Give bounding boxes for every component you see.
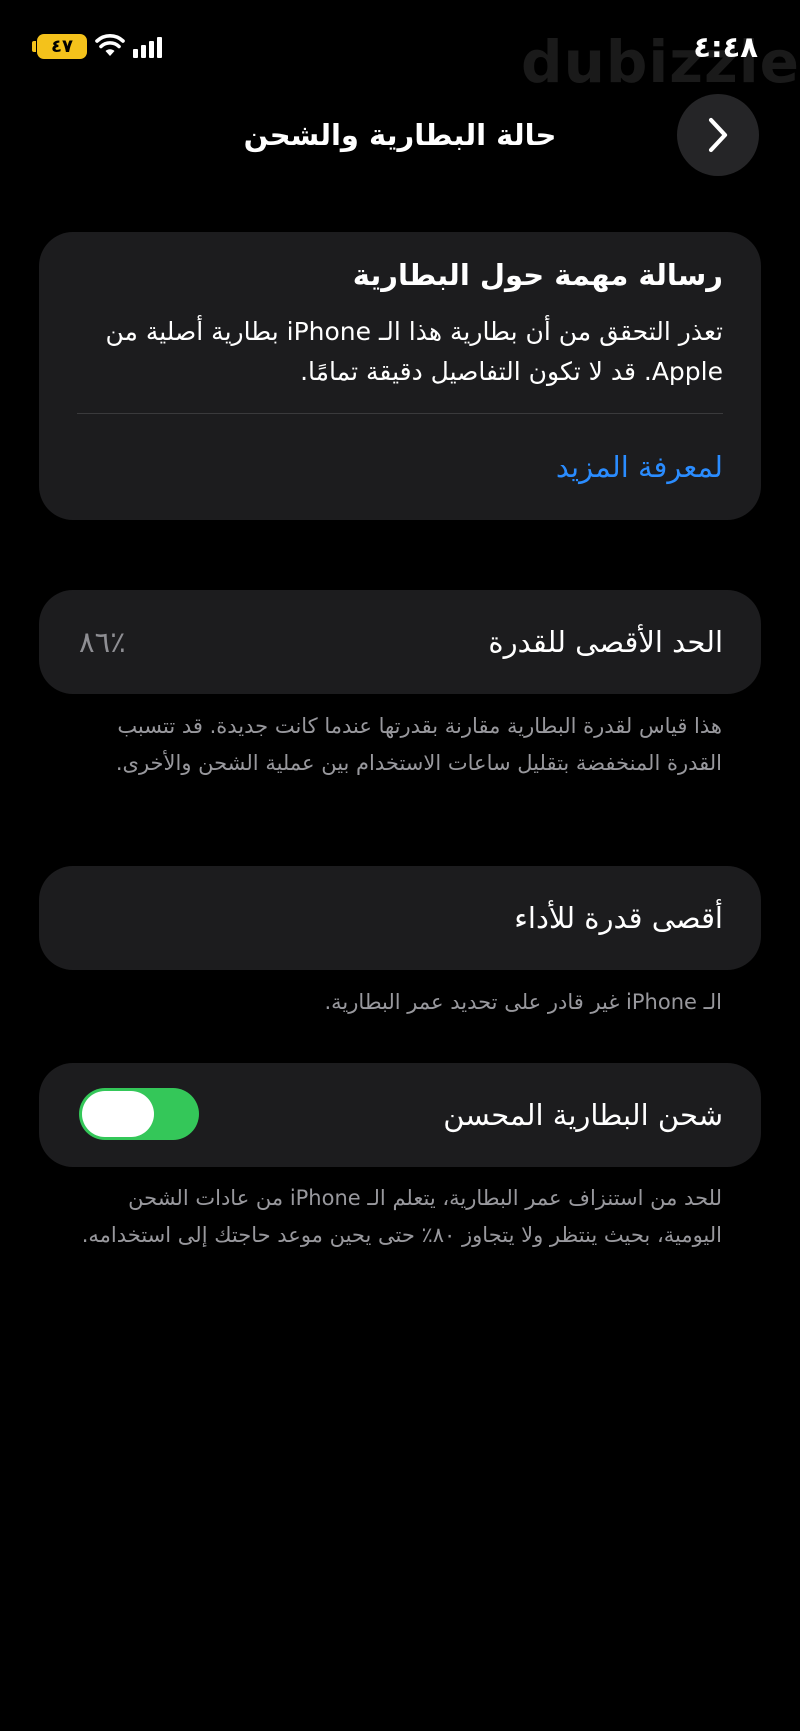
maximum-capacity-value: ٨٦٪ xyxy=(79,625,126,659)
wifi-icon xyxy=(95,32,125,62)
divider xyxy=(77,413,723,414)
battery-cap xyxy=(32,41,36,52)
maximum-capacity-row: ٨٦٪ الحد الأقصى للقدرة xyxy=(39,590,761,694)
chevron-right-icon xyxy=(708,117,728,153)
peak-performance-description: الـ iPhone غير قادر على تحديد عمر البطار… xyxy=(324,990,723,1014)
toggle-knob xyxy=(82,1091,154,1137)
battery-indicator: ٤٧ xyxy=(37,34,87,59)
peak-performance-label: أقصى قدرة للأداء xyxy=(514,901,723,935)
maximum-capacity-description: هذا قياس لقدرة البطارية مقارنة بقدرتها ع… xyxy=(115,714,722,775)
message-body: تعذر التحقق من أن بطارية هذا الـ iPhone … xyxy=(105,317,723,386)
maximum-capacity-label: الحد الأقصى للقدرة xyxy=(488,625,723,659)
optimized-charging-toggle[interactable] xyxy=(79,1088,199,1140)
important-message-card: رسالة مهمة حول البطارية تعذر التحقق من أ… xyxy=(39,232,761,520)
battery-level: ٤٧ xyxy=(51,36,73,57)
optimized-charging-label: شحن البطارية المحسن xyxy=(443,1098,723,1132)
cellular-signal-icon xyxy=(133,36,162,58)
optimized-charging-description: للحد من استنزاف عمر البطارية، يتعلم الـ … xyxy=(81,1186,722,1247)
message-title: رسالة مهمة حول البطارية xyxy=(352,258,723,292)
learn-more-link[interactable]: لمعرفة المزيد xyxy=(556,450,723,484)
peak-performance-row[interactable]: أقصى قدرة للأداء xyxy=(39,866,761,970)
back-button[interactable] xyxy=(677,94,759,176)
watermark-logo: dubizzle xyxy=(521,28,800,96)
